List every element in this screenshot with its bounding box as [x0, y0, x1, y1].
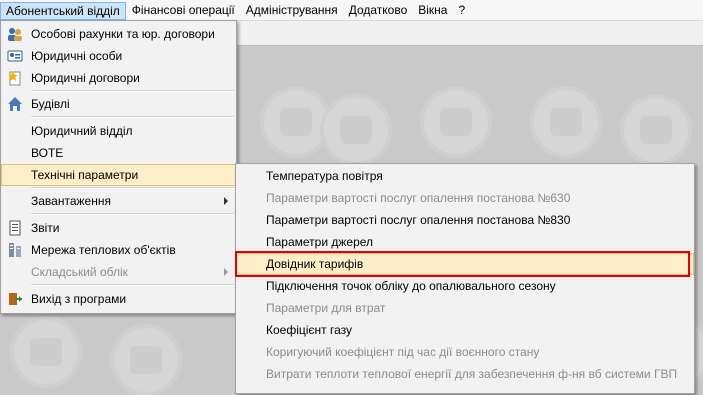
menu-item-legal-entities[interactable]: Юридичні особи [1, 45, 236, 67]
menu-item-personal-accounts[interactable]: Особові рахунки та юр. договори [1, 23, 236, 45]
watermark-logo-icon [10, 316, 82, 388]
people-icon [8, 28, 22, 41]
watermark-logo-icon [420, 86, 492, 158]
menu-additional[interactable]: Додатково [344, 1, 413, 19]
menu-separator [31, 116, 234, 118]
menu-item-loading[interactable]: Завантаження [1, 190, 236, 212]
selection-highlight-outline [235, 251, 690, 277]
menu-item-heat-network[interactable]: Мережа теплових об'єктів [1, 239, 236, 261]
watermark-logo-icon [320, 94, 392, 166]
menu-item-reports[interactable]: Звіти [1, 217, 236, 239]
submenu-item-martial-law-coefficient[interactable]: Коригуючий коефіцієнт під час дії воєнно… [236, 341, 694, 363]
network-icon [9, 243, 21, 257]
abonent-department-menu: Особові рахунки та юр. договори Юридичні… [0, 20, 237, 314]
submenu-item-heating-cost-630[interactable]: Параметри вартості послуг опалення поста… [236, 187, 694, 209]
menu-item-legal-contracts[interactable]: Юридичні договори [1, 67, 236, 89]
contract-star-icon [8, 71, 21, 86]
report-icon [9, 220, 21, 236]
submenu-arrow-icon [224, 197, 228, 205]
watermark-logo-icon [110, 324, 182, 395]
menu-item-technical-parameters[interactable]: Технічні параметри [1, 164, 236, 186]
menu-item-legal-department[interactable]: Юридичний відділ [1, 120, 236, 142]
menu-abonent-department[interactable]: Абонентський відділ [0, 1, 126, 20]
menu-bar: Абонентський відділ Фінансові операції А… [0, 0, 703, 21]
submenu-arrow-icon [224, 268, 228, 276]
menu-item-vote[interactable]: ВОТЕ [1, 142, 236, 164]
submenu-item-heating-season-connection[interactable]: Підключення точок обліку до опалювальног… [236, 275, 694, 297]
menu-item-warehouse-accounting[interactable]: Складський облік [1, 261, 236, 283]
menu-separator [31, 213, 234, 215]
menu-administration[interactable]: Адміністрування [241, 1, 343, 19]
watermark-logo-icon [530, 86, 602, 158]
submenu-item-air-temperature[interactable]: Температура повітря [236, 165, 694, 187]
watermark-logo-icon [620, 94, 692, 166]
house-icon [8, 97, 22, 111]
submenu-item-gas-coefficient[interactable]: Коефіцієнт газу [236, 319, 694, 341]
menu-item-exit[interactable]: Вихід з програми [1, 288, 236, 310]
submenu-item-loss-parameters[interactable]: Параметри для втрат [236, 297, 694, 319]
submenu-item-heating-cost-830[interactable]: Параметри вартості послуг опалення поста… [236, 209, 694, 231]
exit-door-icon [9, 293, 22, 305]
submenu-item-source-parameters[interactable]: Параметри джерел [236, 231, 694, 253]
menu-windows[interactable]: Вікна [413, 1, 452, 19]
menu-help[interactable]: ? [453, 1, 470, 19]
technical-parameters-submenu: Температура повітря Параметри вартості п… [235, 163, 695, 394]
menu-separator [31, 187, 234, 189]
submenu-item-hot-water-heat-losses[interactable]: Витрати теплоти теплової енергії для заб… [236, 363, 694, 385]
id-card-icon [7, 50, 23, 62]
menu-separator [31, 90, 234, 92]
menu-financial-operations[interactable]: Фінансові операції [127, 1, 240, 19]
menu-separator [31, 284, 234, 286]
menu-item-buildings[interactable]: Будівлі [1, 93, 236, 115]
